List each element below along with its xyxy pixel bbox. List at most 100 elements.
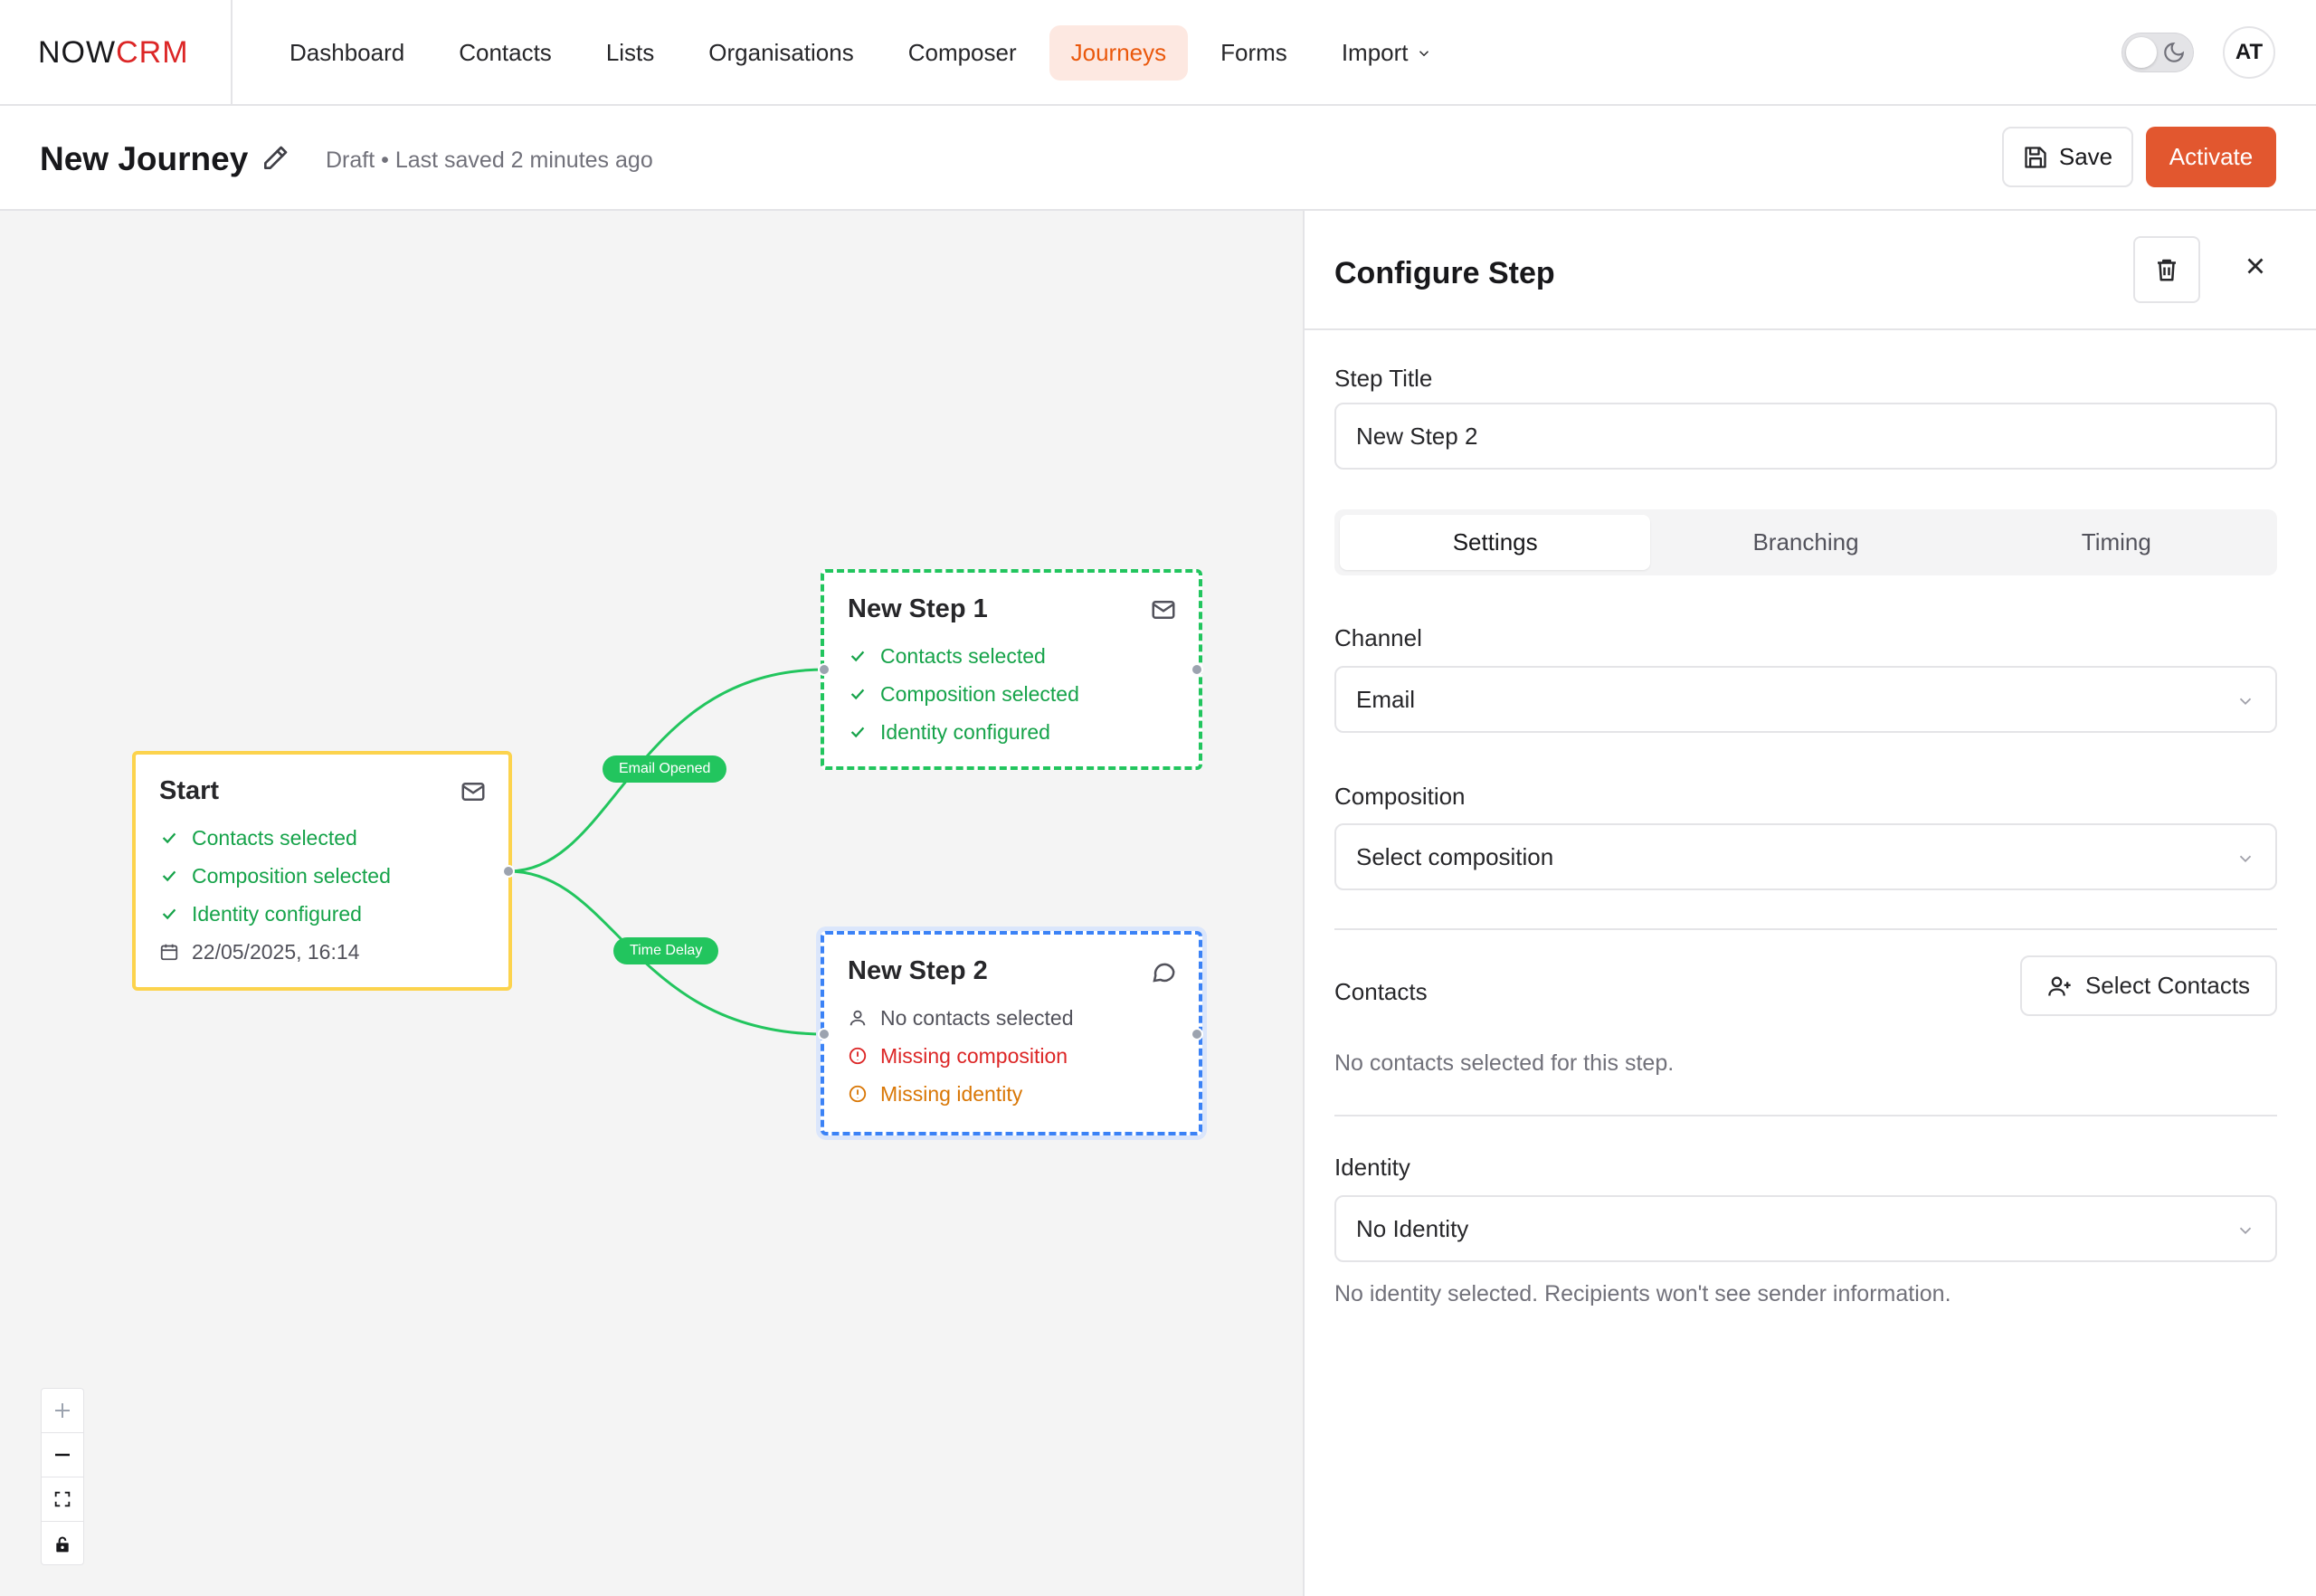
- save-button-label: Save: [2058, 143, 2113, 170]
- nav-organisations[interactable]: Organisations: [687, 25, 875, 81]
- nav-lists[interactable]: Lists: [584, 25, 676, 81]
- moon-icon: [2164, 42, 2185, 62]
- check-icon: [162, 832, 176, 844]
- step-2-output-handle[interactable]: [1191, 1028, 1203, 1040]
- date-text: 22/05/2025, 16:14: [192, 939, 360, 964]
- chevron-down-icon: [1419, 50, 1429, 56]
- check-icon: [850, 689, 865, 700]
- save-icon: [2025, 146, 2046, 168]
- channel-value: Email: [1356, 685, 1416, 713]
- panel-title: Configure Step: [1334, 256, 1555, 290]
- node-title: New Step 1: [848, 594, 988, 623]
- start-node[interactable]: Start Contacts selected Composition sele…: [132, 751, 512, 991]
- top-navbar: NOW CRM Dashboard Contacts Lists Organisa…: [0, 0, 2316, 106]
- tab-branching[interactable]: Branching: [1650, 515, 1960, 570]
- step-2-input-handle[interactable]: [818, 1028, 831, 1040]
- tab-settings[interactable]: Settings: [1340, 515, 1651, 570]
- node-title: Start: [159, 776, 220, 805]
- fit-view-button[interactable]: [42, 1477, 83, 1522]
- user-icon: [850, 1010, 866, 1026]
- contacts-label: Contacts: [1334, 978, 1428, 1005]
- mail-icon: [1152, 601, 1175, 619]
- status-text: Missing identity: [880, 1081, 1023, 1106]
- status-text: Contacts selected: [192, 825, 357, 850]
- channel-select[interactable]: Email: [1334, 666, 2277, 733]
- status-identity: Identity configured: [159, 895, 485, 933]
- alert-circle-icon: [849, 1085, 867, 1103]
- step-2-node[interactable]: New Step 2 No contacts selected Missing …: [821, 931, 1202, 1135]
- alert-circle-icon: [849, 1047, 867, 1065]
- identity-label: Identity: [1334, 1154, 1410, 1181]
- theme-toggle[interactable]: [2121, 33, 2194, 72]
- zoom-out-button[interactable]: [42, 1433, 83, 1477]
- message-icon: [1153, 963, 1175, 983]
- mail-icon: [461, 783, 485, 801]
- delete-step-button[interactable]: [2133, 236, 2200, 303]
- identity-value: No Identity: [1356, 1214, 1469, 1242]
- status-contacts: Contacts selected: [159, 819, 485, 857]
- step-1-output-handle[interactable]: [1191, 663, 1203, 676]
- status-composition: Composition selected: [159, 857, 485, 895]
- calendar-icon: [160, 944, 178, 961]
- save-button[interactable]: Save: [2002, 127, 2133, 187]
- status-text: Composition selected: [880, 681, 1079, 706]
- status-text: Identity configured: [880, 719, 1050, 744]
- journey-status: Draft • Last saved 2 minutes ago: [326, 147, 653, 173]
- status-contacts: No contacts selected: [848, 999, 1175, 1037]
- status-contacts: Contacts selected: [848, 637, 1175, 675]
- composition-select[interactable]: Select composition: [1334, 823, 2277, 890]
- status-composition: Composition selected: [848, 675, 1175, 713]
- edge-label-time-delay[interactable]: Time Delay: [613, 937, 719, 964]
- zoom-in-button[interactable]: [42, 1389, 83, 1433]
- tab-timing[interactable]: Timing: [1961, 515, 2272, 570]
- check-icon: [850, 651, 865, 662]
- user-plus-icon: [2048, 976, 2071, 996]
- start-date: 22/05/2025, 16:14: [159, 933, 485, 971]
- nav-composer[interactable]: Composer: [887, 25, 1039, 81]
- check-icon: [850, 727, 865, 738]
- step-title-input[interactable]: New Step 2: [1334, 403, 2277, 470]
- status-text: Composition selected: [192, 863, 391, 888]
- close-icon[interactable]: [2242, 252, 2269, 280]
- check-icon: [162, 870, 176, 882]
- step-1-node[interactable]: New Step 1 Contacts selected Composition…: [821, 569, 1202, 770]
- nav-dashboard[interactable]: Dashboard: [268, 25, 426, 81]
- nav-journeys[interactable]: Journeys: [1049, 25, 1189, 81]
- chevron-down-icon: [2239, 698, 2252, 706]
- nav-forms[interactable]: Forms: [1199, 25, 1309, 81]
- canvas-controls: [41, 1388, 84, 1565]
- activate-button[interactable]: Activate: [2146, 127, 2276, 187]
- step-1-input-handle[interactable]: [818, 663, 831, 676]
- edge-label-email-opened[interactable]: Email Opened: [603, 755, 727, 783]
- start-node-output-handle[interactable]: [502, 865, 515, 878]
- journey-canvas[interactable]: Email Opened Time Delay Start Contacts s…: [0, 211, 1303, 1596]
- pencil-icon[interactable]: [261, 144, 290, 173]
- status-text: Missing composition: [880, 1043, 1068, 1068]
- composition-value: Select composition: [1356, 842, 1554, 870]
- composition-label: Composition: [1334, 783, 1466, 810]
- nav-contacts[interactable]: Contacts: [437, 25, 574, 81]
- divider: [1334, 928, 2277, 930]
- chevron-down-icon: [2239, 1227, 2252, 1235]
- status-text: No contacts selected: [880, 1005, 1074, 1030]
- main-nav: Dashboard Contacts Lists Organisations C…: [268, 25, 1465, 81]
- fit-view-icon: [54, 1491, 71, 1507]
- logo-text-now: NOW: [38, 35, 117, 70]
- user-avatar[interactable]: AT: [2223, 26, 2275, 79]
- nav-import-label: Import: [1341, 39, 1409, 66]
- select-contacts-button[interactable]: Select Contacts: [2020, 955, 2277, 1016]
- logo[interactable]: NOW CRM: [0, 0, 233, 106]
- status-identity: Identity configured: [848, 713, 1175, 751]
- lock-icon: [56, 1536, 69, 1552]
- identity-select[interactable]: No Identity: [1334, 1195, 2277, 1262]
- contacts-help-text: No contacts selected for this step.: [1334, 1050, 1675, 1076]
- toggle-knob: [2126, 37, 2157, 68]
- trash-icon: [2158, 259, 2176, 281]
- lock-button[interactable]: [42, 1522, 83, 1566]
- chevron-down-icon: [2239, 855, 2252, 863]
- minus-icon: [55, 1453, 70, 1457]
- logo-text-crm: CRM: [116, 35, 189, 70]
- nav-import[interactable]: Import: [1320, 25, 1454, 81]
- panel-tabs: Settings Branching Timing: [1334, 509, 2277, 575]
- configure-step-panel: Configure Step Step Title New Step 2 Set…: [1303, 211, 2316, 1596]
